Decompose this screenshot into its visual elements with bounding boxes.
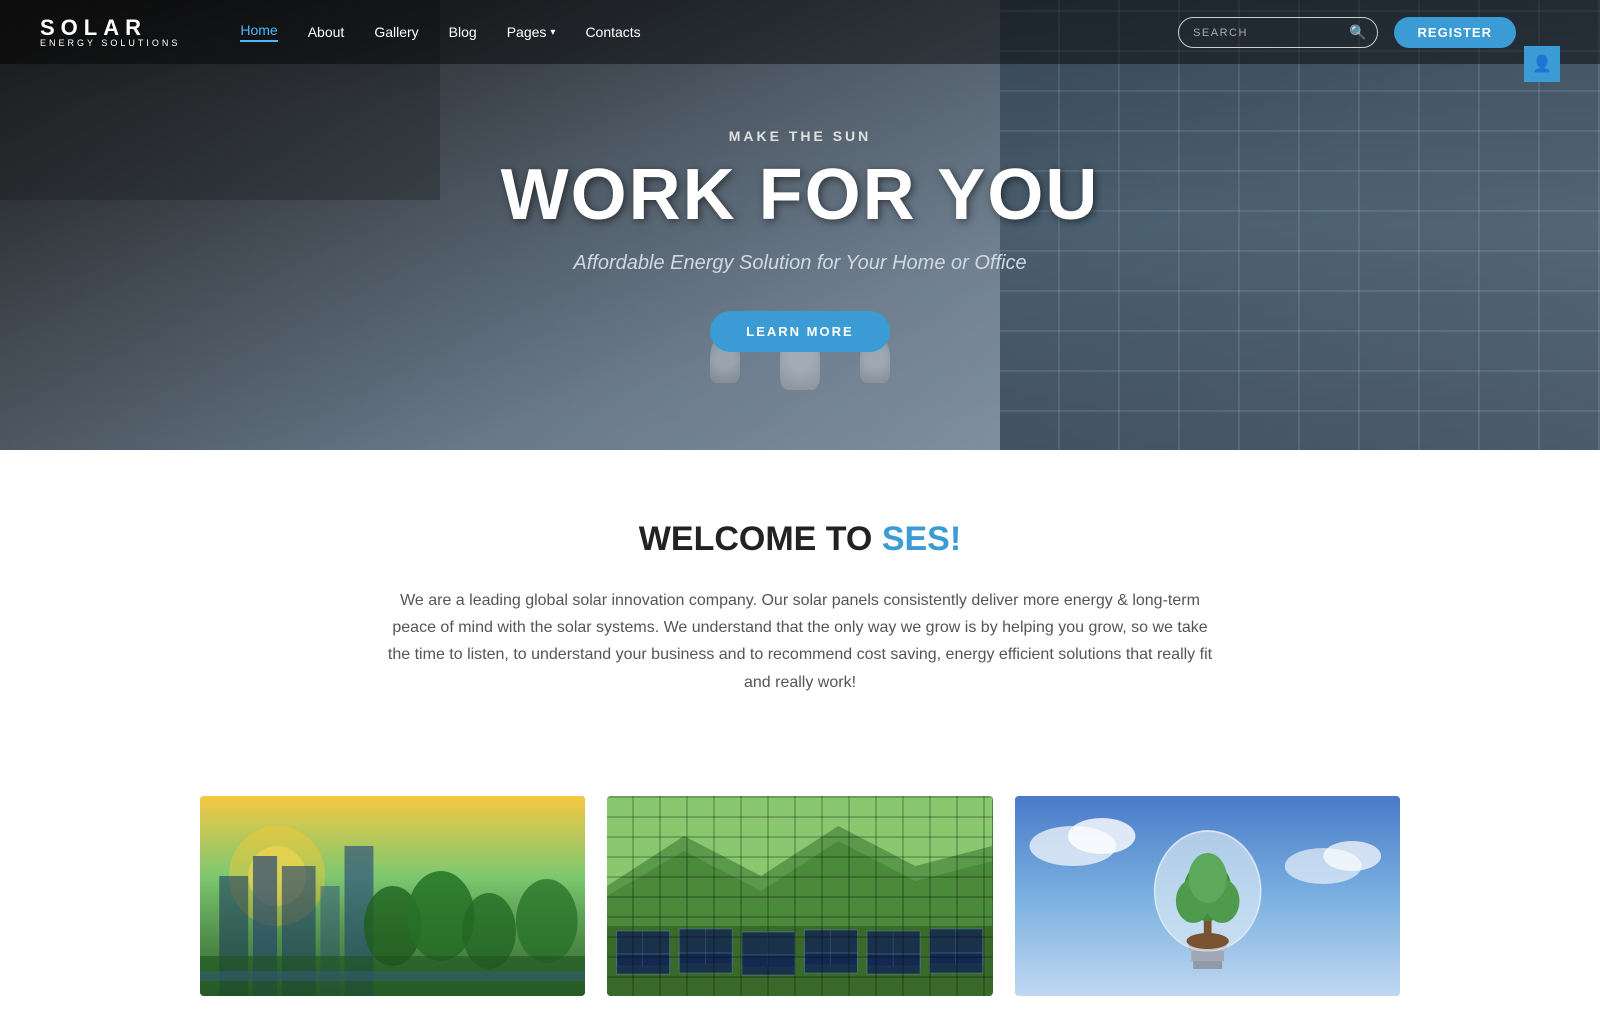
logo-tagline: ENERGY SOLUTIONS <box>40 39 180 48</box>
city-card[interactable] <box>200 796 585 996</box>
logo[interactable]: SOLAR ENERGY SOLUTIONS <box>40 17 180 48</box>
nav-link-blog[interactable]: Blog <box>449 24 477 40</box>
welcome-body-text: We are a leading global solar innovation… <box>380 587 1220 696</box>
nav-link-home[interactable]: Home <box>240 22 277 42</box>
hero-content: MAKE THE SUN WORK FOR YOU Affordable Ene… <box>0 0 1600 450</box>
nav-link-about[interactable]: About <box>308 24 345 40</box>
learn-more-button[interactable]: LEARN MORE <box>710 311 889 352</box>
nav-links: Home About Gallery Blog Pages ▾ Contacts <box>240 22 1178 42</box>
city-svg <box>200 796 585 996</box>
search-input[interactable] <box>1179 19 1339 45</box>
solar-field-svg <box>607 796 992 996</box>
pages-label: Pages <box>507 24 547 40</box>
nav-link-contacts[interactable]: Contacts <box>585 24 640 40</box>
city-image <box>200 796 585 996</box>
search-button[interactable]: 🔍 <box>1339 18 1376 47</box>
chevron-down-icon: ▾ <box>550 27 555 38</box>
hero-subtitle: MAKE THE SUN <box>729 128 872 144</box>
bulb-tree-image <box>1015 796 1400 996</box>
bulb-tree-svg <box>1015 796 1400 996</box>
welcome-section: WELCOME TO SES! We are a leading global … <box>0 450 1600 796</box>
user-icon-button[interactable]: 👤 <box>1524 46 1560 82</box>
nav-link-pages[interactable]: Pages ▾ <box>507 24 556 40</box>
solar-field-image <box>607 796 992 996</box>
hero-title: WORK FOR YOU <box>501 154 1100 236</box>
search-icon: 🔍 <box>1349 24 1366 40</box>
solar-field-card[interactable] <box>607 796 992 996</box>
bulb-tree-card[interactable] <box>1015 796 1400 996</box>
user-icon: 👤 <box>1532 54 1552 74</box>
nav-link-gallery[interactable]: Gallery <box>374 24 418 40</box>
welcome-heading-prefix: WELCOME TO <box>639 520 882 558</box>
hero-tagline: Affordable Energy Solution for Your Home… <box>573 252 1026 275</box>
search-bar: 🔍 <box>1178 17 1377 48</box>
welcome-heading: WELCOME TO SES! <box>200 520 1400 559</box>
logo-name: SOLAR <box>40 17 180 39</box>
nav-right: 🔍 REGISTER <box>1178 17 1516 48</box>
hero-section: MAKE THE SUN WORK FOR YOU Affordable Ene… <box>0 0 1600 450</box>
image-cards-row <box>0 796 1600 1016</box>
welcome-heading-accent: SES! <box>882 520 961 558</box>
register-button[interactable]: REGISTER <box>1394 17 1516 48</box>
